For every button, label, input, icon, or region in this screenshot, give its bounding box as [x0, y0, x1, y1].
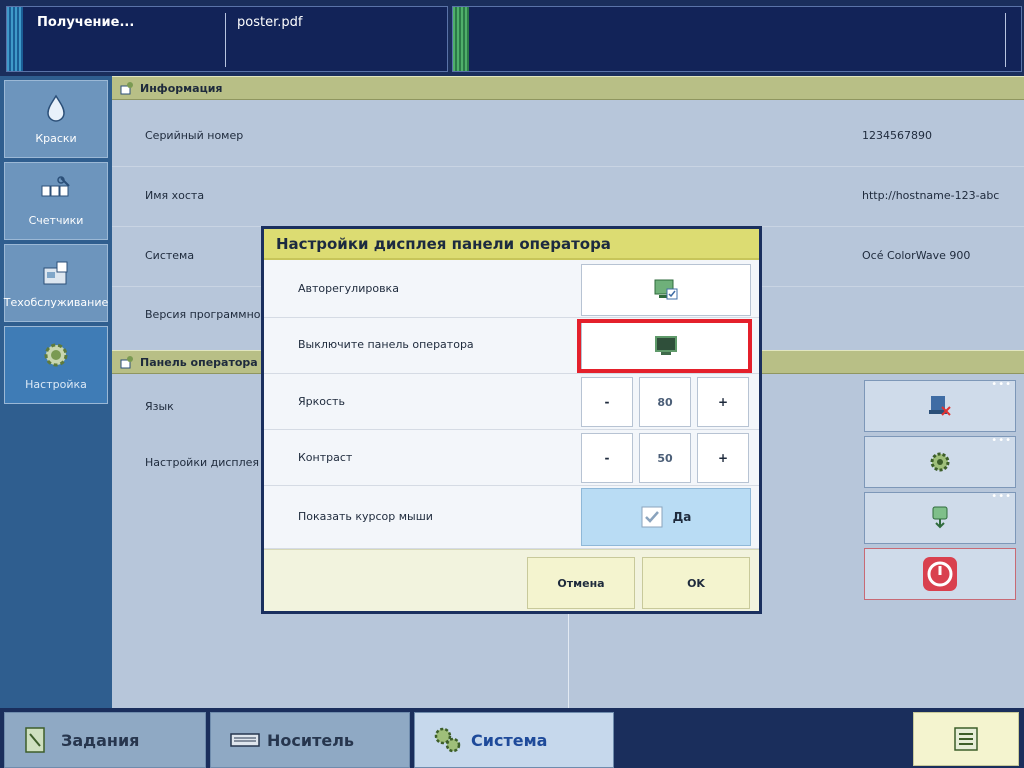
display-settings-dialog: Настройки дисплея панели оператора Автор…: [261, 226, 762, 614]
nav-item-maintenance[interactable]: Техобслуживание: [4, 244, 108, 322]
tab-label: Носитель: [267, 730, 355, 750]
tab-system[interactable]: Система: [414, 712, 614, 768]
tab-media[interactable]: Носитель: [210, 712, 410, 768]
panel-action-button-3[interactable]: •••: [864, 491, 1016, 544]
power-off-icon: [923, 557, 957, 591]
nav-item-label: Техобслуживание: [3, 295, 109, 309]
media-icon: [230, 733, 260, 747]
info-section-header: Информация: [112, 76, 1024, 100]
mouse-cursor-label: Показать курсор мыши: [298, 510, 433, 523]
more-dots-icon: •••: [991, 491, 1012, 502]
jobs-icon: [25, 727, 45, 753]
brightness-minus-button[interactable]: -: [581, 377, 633, 427]
contrast-plus-button[interactable]: +: [697, 433, 749, 483]
ink-drop-icon: [47, 94, 65, 122]
system-icon: [434, 727, 461, 753]
setting-row-mouse-cursor: Показать курсор мыши Да: [264, 486, 759, 549]
job-divider: [225, 13, 226, 67]
counters-icon: [41, 175, 70, 196]
job-status-text: Получение...: [37, 15, 135, 30]
nav-item-inks[interactable]: Краски: [4, 80, 108, 158]
contrast-label: Контраст: [298, 451, 353, 464]
info-value-system: Océ ColorWave 900: [862, 249, 971, 262]
nav-item-label: Краски: [35, 131, 77, 145]
panel-action-button-2[interactable]: •••: [864, 435, 1016, 488]
row-divider: [112, 166, 1024, 167]
brightness-plus-button[interactable]: +: [697, 377, 749, 427]
panel-cancel-icon: [929, 396, 951, 416]
tab-label: Задания: [61, 730, 140, 750]
panel-section-title: Панель оператора: [140, 356, 258, 369]
maintenance-icon: [43, 261, 68, 284]
gear-settings-icon: [930, 452, 950, 472]
panel-action-button-1[interactable]: •••: [864, 379, 1016, 432]
info-label-hostname: Имя хоста: [145, 189, 205, 202]
nav-item-label: Счетчики: [28, 213, 84, 227]
nav-item-counters[interactable]: Счетчики: [4, 162, 108, 240]
tab-jobs[interactable]: Задания: [4, 712, 206, 768]
menu-list-icon: [954, 727, 978, 751]
left-nav: Краски Счетчики Техобслуживание Настройк…: [0, 76, 112, 708]
brightness-label: Яркость: [298, 395, 345, 408]
contrast-value: 50: [639, 433, 691, 483]
highlight-box: [577, 319, 752, 373]
setting-row-brightness: Яркость - 80 +: [264, 374, 759, 430]
job-file-name: poster.pdf: [237, 15, 303, 30]
info-label-system: Система: [145, 249, 195, 262]
more-dots-icon: •••: [991, 435, 1012, 446]
mouse-cursor-toggle[interactable]: Да: [581, 488, 751, 546]
brightness-value: 80: [639, 377, 691, 427]
menu-button[interactable]: [913, 712, 1019, 766]
cancel-button[interactable]: Отмена: [527, 557, 635, 609]
turn-off-panel-label: Выключите панель оператора: [298, 338, 474, 351]
info-section-title: Информация: [140, 82, 223, 95]
dialog-title: Настройки дисплея панели оператора: [264, 229, 759, 260]
info-value-serial: 1234567890: [862, 129, 932, 142]
info-value-hostname: http://hostname-123-abc: [862, 189, 1000, 202]
auto-adjust-button[interactable]: [581, 264, 751, 316]
nav-item-settings[interactable]: Настройка: [4, 326, 108, 404]
nav-item-label: Настройка: [25, 377, 87, 391]
job-progress-stripe: [7, 7, 23, 71]
ok-button[interactable]: OK: [642, 557, 750, 609]
job-status-bar: Получение... poster.pdf: [0, 0, 1024, 76]
mouse-cursor-value: Да: [672, 510, 692, 524]
printer-status-panel[interactable]: [452, 6, 1022, 72]
panel-label-language: Язык: [145, 400, 174, 413]
printer-status-divider: [1005, 13, 1006, 67]
printer-status-stripe: [453, 7, 469, 71]
setting-row-auto-adjust: Авторегулировка: [264, 262, 759, 318]
job-queue-panel[interactable]: Получение... poster.pdf: [6, 6, 448, 72]
checkbox-checked-icon: [641, 506, 663, 528]
bottom-tab-bar: Задания Носитель Система: [0, 708, 1024, 768]
dialog-footer: Отмена OK: [264, 549, 759, 611]
contrast-minus-button[interactable]: -: [581, 433, 633, 483]
auto-adjust-label: Авторегулировка: [298, 282, 399, 295]
calibration-icon: [932, 506, 948, 529]
setting-row-contrast: Контраст - 50 +: [264, 430, 759, 486]
info-section-icon: [120, 82, 133, 95]
monitor-check-icon: [654, 279, 678, 300]
panel-power-off-button[interactable]: [864, 548, 1016, 600]
more-dots-icon: •••: [991, 379, 1012, 390]
tab-label: Система: [471, 730, 548, 750]
info-label-serial: Серийный номер: [145, 129, 244, 142]
settings-gear-icon: [44, 343, 68, 366]
panel-section-icon: [120, 356, 133, 369]
